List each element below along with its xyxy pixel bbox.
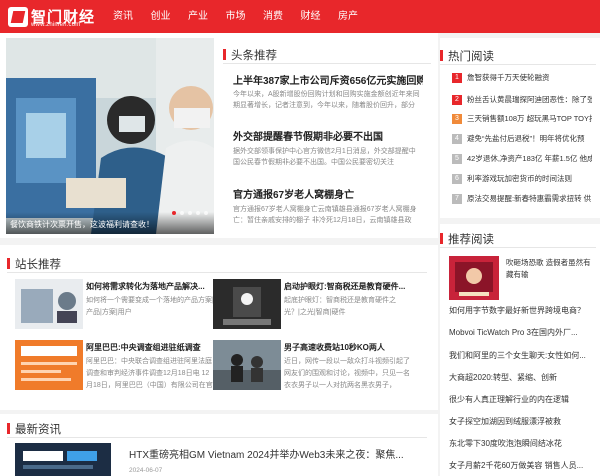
card-summary: 阿里巴巴：中央联合调查组进驻阿里法庭调查和审判经济事件调查12月18日电 12月… — [86, 358, 213, 389]
nav-item-finance[interactable]: 财经 — [301, 0, 339, 33]
card-thumbnail[interactable] — [213, 340, 281, 390]
hot-reading-title: 热门阅读 — [440, 48, 494, 64]
headline-summary: 今年以来，A股新增股份回购计划和回购实施金额创近年来同期显著增长，记者注意到，今… — [233, 91, 420, 109]
rank-number: 5 — [452, 154, 462, 165]
featured-carousel[interactable]: 餐饮商铁计次票开售，这波福利请查收！ — [6, 38, 214, 234]
carousel-dot[interactable] — [204, 211, 208, 215]
featured-caption: 餐饮商铁计次票开售，这波福利请查收！ — [6, 212, 214, 234]
recommend-link[interactable]: 我们和阿里的三个女生聊天:女性如何... — [449, 350, 594, 361]
headline-title[interactable]: 上半年387家上市公司斥资656亿元实施回购 — [233, 72, 423, 87]
headline-title[interactable]: 官方通报67岁老人窝棚身亡 — [233, 186, 423, 201]
rank-number: 7 — [452, 194, 462, 205]
rank-text: 粉丝舌认黄晨瑞探阿迪团恶性：除了张 — [467, 95, 592, 104]
top-navigation-bar: 智门财经 www.zhimen.com 资讯 创业 产业 市场 消费 财经 房产 — [0, 0, 600, 33]
rank-item[interactable]: 4 避免“先盐付后退税”！明年将优化预 — [452, 133, 592, 145]
headline-title[interactable]: 外交部提醒春节假期非必要不出国 — [233, 128, 423, 143]
nav-item-industry[interactable]: 产业 — [188, 0, 226, 33]
rank-text: 42岁退休,净资产183亿 年薪1.5亿 他成 — [467, 154, 592, 163]
rank-text: 利率游戏玩加密货币的时间法则 — [467, 174, 572, 183]
rank-number: 3 — [452, 114, 462, 125]
rank-text: 三天销售额108万 超玩黑马TOP TOY打 — [467, 114, 592, 123]
news-item-title[interactable]: HTX重磅亮相GM Vietnam 2024并举办Web3未来之夜：聚焦... — [129, 446, 429, 461]
rank-item[interactable]: 6 利率游戏玩加密货币的时间法则 — [452, 173, 592, 185]
logo-icon — [8, 7, 28, 27]
divider — [7, 437, 427, 438]
recommend-link[interactable]: 东北零下30度吹泡泡瞬间结冰花 — [449, 438, 594, 449]
nav-item-startup[interactable]: 创业 — [151, 0, 189, 33]
rank-item[interactable]: 5 42岁退休,净资产183亿 年薪1.5亿 他成 — [452, 153, 592, 165]
headline-summary: 据外交部领事保护中心官方微信2月1日消息，外交部提醒中国公民春节假期非必要不出国… — [233, 148, 416, 166]
nav-item-news[interactable]: 资讯 — [113, 0, 151, 33]
rank-text: 避免“先盐付后退税”！明年将优化预 — [467, 134, 585, 143]
rank-item[interactable]: 3 三天销售额108万 超玩黑马TOP TOY打 — [452, 113, 592, 125]
carousel-dot[interactable] — [196, 211, 200, 215]
nav-item-market[interactable]: 市场 — [226, 0, 264, 33]
hot-reading-panel — [440, 38, 600, 218]
headline-summary: 官方通报67岁老人窝棚身亡云南镇雄县通报67岁老人窝棚身亡：暂住亲戚安排的棚子 … — [233, 206, 417, 224]
card-title[interactable]: 如何将需求转化为落地产品解决... — [86, 281, 216, 292]
news-thumbnail[interactable] — [15, 443, 111, 476]
recommend-thumbnail[interactable] — [449, 256, 499, 300]
station-section-title: 站长推荐 — [7, 256, 61, 272]
card-summary: 近日，网传一段以一敌众打斗视频引起了网友们的围观和讨论，视频中，只见一名衣衣男子… — [284, 358, 410, 389]
card-summary: 如何将一个需要变成一个落地的产品方案|产品|方案|用户 — [86, 297, 214, 316]
rank-number: 6 — [452, 174, 462, 185]
recommend-link[interactable]: 女子月薪2千花60万做美容 销售人员... — [449, 460, 594, 471]
rank-item[interactable]: 7 原法交易提醒:新春特惠霸需求扭转 供 — [452, 193, 592, 205]
card-thumbnail[interactable] — [213, 279, 281, 329]
recommend-section-title: 推荐阅读 — [440, 231, 494, 247]
carousel-dot[interactable] — [172, 211, 176, 215]
rank-item[interactable]: 2 粉丝舌认黄晨瑞探阿迪团恶性：除了张 — [452, 94, 592, 106]
latest-news-title: 最新资讯 — [7, 421, 61, 437]
card-thumbnail[interactable] — [15, 340, 83, 390]
main-nav: 资讯 创业 产业 市场 消费 财经 房产 — [113, 0, 376, 33]
carousel-dots — [172, 211, 208, 215]
news-item-date: 2024-06-07 — [129, 467, 163, 474]
recommend-link[interactable]: 大商超2020:转型、紧缩、创新 — [449, 372, 594, 383]
card-title[interactable]: 男子高速收费站10秒KO两人 — [284, 342, 432, 353]
recommend-link[interactable]: 女子探空加湖因到绒服漂浮被救 — [449, 416, 594, 427]
divider — [440, 247, 596, 248]
rank-text: 詹智获得千万天使轮融资 — [467, 73, 550, 82]
divider — [440, 64, 596, 65]
divider — [223, 63, 431, 64]
recommend-link[interactable]: 很少有人真正理解行业的内在逻辑 — [449, 394, 594, 405]
rank-number: 4 — [452, 134, 462, 145]
recommend-link[interactable]: 如何用字节数字最好新世界跨境电商？ — [449, 305, 594, 316]
card-thumbnail[interactable] — [15, 279, 83, 329]
recommend-link[interactable]: Mobvoi TicWatch Pro 3在国内外厂... — [449, 327, 594, 338]
rank-item[interactable]: 1 詹智获得千万天使轮融资 — [452, 72, 592, 84]
recommend-card-text[interactable]: 吹砸场恐歌 造假者虽然有藏有输 — [506, 257, 594, 281]
card-title[interactable]: 启动护眼灯:智商税还是教育硬件... — [284, 281, 432, 292]
site-logo[interactable]: 智门财经 www.zhimen.com — [8, 3, 95, 31]
logo-domain: www.zhimen.com — [31, 22, 81, 28]
card-title[interactable]: 阿里巴巴:中央调查组进驻纸调查 — [86, 342, 216, 353]
nav-item-consumption[interactable]: 消费 — [263, 0, 301, 33]
nav-item-realestate[interactable]: 房产 — [338, 0, 376, 33]
headlines-section-title: 头条推荐 — [223, 47, 277, 63]
rank-number: 2 — [452, 95, 462, 106]
carousel-dot[interactable] — [188, 211, 192, 215]
card-summary: 起底护眼灯：智商税还是教育硬件之光？|之光|智商|硬件 — [284, 297, 396, 316]
divider — [7, 272, 427, 273]
featured-photo — [6, 38, 214, 234]
rank-number: 1 — [452, 73, 462, 84]
carousel-dot[interactable] — [180, 211, 184, 215]
rank-text: 原法交易提醒:新春特惠霸需求扭转 供 — [467, 194, 592, 203]
